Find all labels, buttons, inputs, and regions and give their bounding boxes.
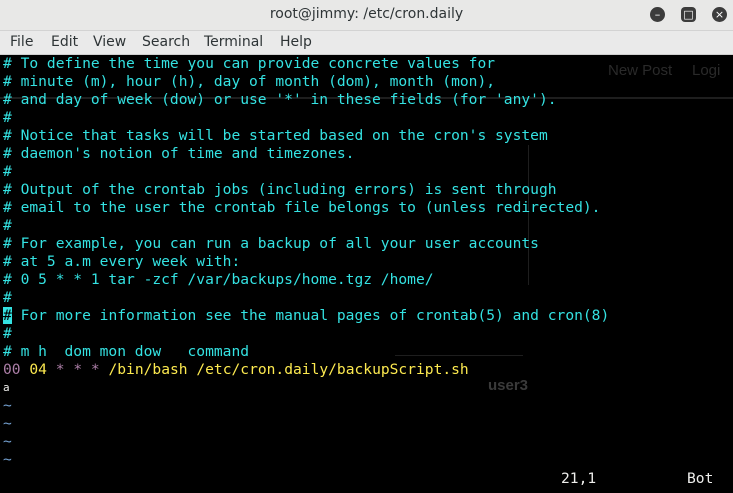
comment-line: # Output of the crontab jobs (including …	[3, 181, 557, 198]
comment-line: #	[3, 289, 12, 306]
title-bar: root@jimmy: /etc/cron.daily – □ ×	[0, 0, 733, 31]
comment-line: #	[3, 109, 12, 126]
menu-help[interactable]: Help	[280, 34, 312, 50]
cron-command: /bin/bash /etc/cron.daily/backupScript.s…	[108, 361, 469, 378]
ghost-new-post: New Post	[608, 62, 673, 79]
comment-line: # Notice that tasks will be started base…	[3, 127, 548, 144]
cron-hour: 04	[29, 361, 47, 378]
comment-line: # email to the user the crontab file bel…	[3, 199, 601, 216]
menu-bar: File Edit View Search Terminal Help	[0, 31, 733, 55]
ghost-divider	[395, 355, 523, 356]
cron-minute: 00	[3, 361, 21, 378]
close-icon[interactable]: ×	[712, 7, 727, 22]
maximize-icon[interactable]: □	[681, 7, 696, 22]
cron-entry-line: 00 04 * * * /bin/bash /etc/cron.daily/ba…	[3, 361, 469, 379]
comment-line: #	[3, 163, 12, 180]
blank-line-marker: a	[3, 381, 10, 394]
comment-line: # at 5 a.m every week with:	[3, 253, 241, 270]
empty-line-marker: ~	[3, 415, 12, 432]
menu-file[interactable]: File	[10, 34, 33, 50]
window-title: root@jimmy: /etc/cron.daily	[269, 6, 464, 22]
comment-line: # daemon's notion of time and timezones.	[3, 145, 355, 162]
comment-line: #	[3, 217, 12, 234]
comment-line-with-cursor: # For more information see the manual pa…	[3, 307, 609, 325]
comment-line: # and day of week (dow) or use '*' in th…	[3, 91, 557, 108]
menu-view[interactable]: View	[93, 34, 126, 50]
menu-search[interactable]: Search	[142, 34, 190, 50]
minimize-icon[interactable]: –	[650, 7, 665, 22]
comment-line: # minute (m), hour (h), day of month (do…	[3, 73, 496, 90]
comment-line: # To define the time you can provide con…	[3, 55, 496, 72]
scroll-indicator: Bot	[687, 470, 714, 487]
ghost-login: Logi	[692, 62, 721, 79]
empty-line-marker: ~	[3, 451, 12, 468]
cursor-position: 21,1	[561, 470, 597, 487]
empty-line-marker: ~	[3, 433, 12, 450]
comment-line: # m h dom mon dow command	[3, 343, 250, 360]
empty-line-marker: ~	[3, 397, 12, 414]
comment-line: # 0 5 * * 1 tar -zcf /var/backups/home.t…	[3, 271, 434, 288]
ghost-user: user3	[488, 377, 529, 394]
menu-edit[interactable]: Edit	[51, 34, 78, 50]
comment-text: For more information see the manual page…	[11, 307, 610, 324]
cron-stars: * * *	[55, 361, 100, 378]
text-cursor: #	[3, 307, 12, 324]
comment-line: #	[3, 325, 12, 342]
menu-terminal[interactable]: Terminal	[204, 34, 263, 50]
comment-line: # For example, you can run a backup of a…	[3, 235, 539, 252]
terminal-area[interactable]: New Post Logi user3 # To define the time…	[0, 55, 733, 493]
